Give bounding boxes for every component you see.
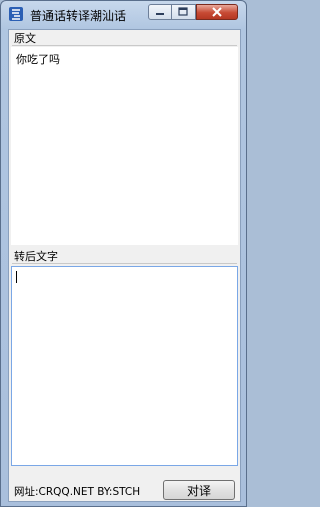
source-label: 原文 (14, 32, 36, 45)
source-divider (12, 45, 237, 46)
result-label: 转后文字 (14, 250, 58, 263)
text-caret (16, 271, 17, 283)
minimize-button[interactable] (148, 4, 172, 20)
minimize-icon (156, 13, 164, 15)
close-icon (212, 7, 222, 17)
source-textarea[interactable]: 你吃了吗 (11, 47, 238, 245)
window-title: 普通话转译潮汕话 (30, 9, 127, 23)
app-window: 普通话转译潮汕话 原文 你吃了吗 转后文字 网址:CRQQ.NET BY:STC… (0, 0, 247, 507)
result-divider (12, 263, 237, 264)
translate-button[interactable]: 对译 (163, 480, 235, 500)
title-bar[interactable]: 普通话转译潮汕话 (1, 1, 246, 29)
app-logo-icon[interactable] (8, 6, 24, 22)
client-area: 原文 你吃了吗 转后文字 网址:CRQQ.NET BY:STCH 对译 (8, 29, 241, 502)
result-textarea[interactable] (11, 266, 238, 466)
close-button[interactable] (196, 4, 238, 20)
maximize-button[interactable] (172, 4, 196, 20)
footer-bar: 网址:CRQQ.NET BY:STCH 对译 (9, 476, 240, 501)
maximize-icon (178, 7, 188, 16)
website-text: 网址:CRQQ.NET BY:STCH (14, 486, 141, 498)
